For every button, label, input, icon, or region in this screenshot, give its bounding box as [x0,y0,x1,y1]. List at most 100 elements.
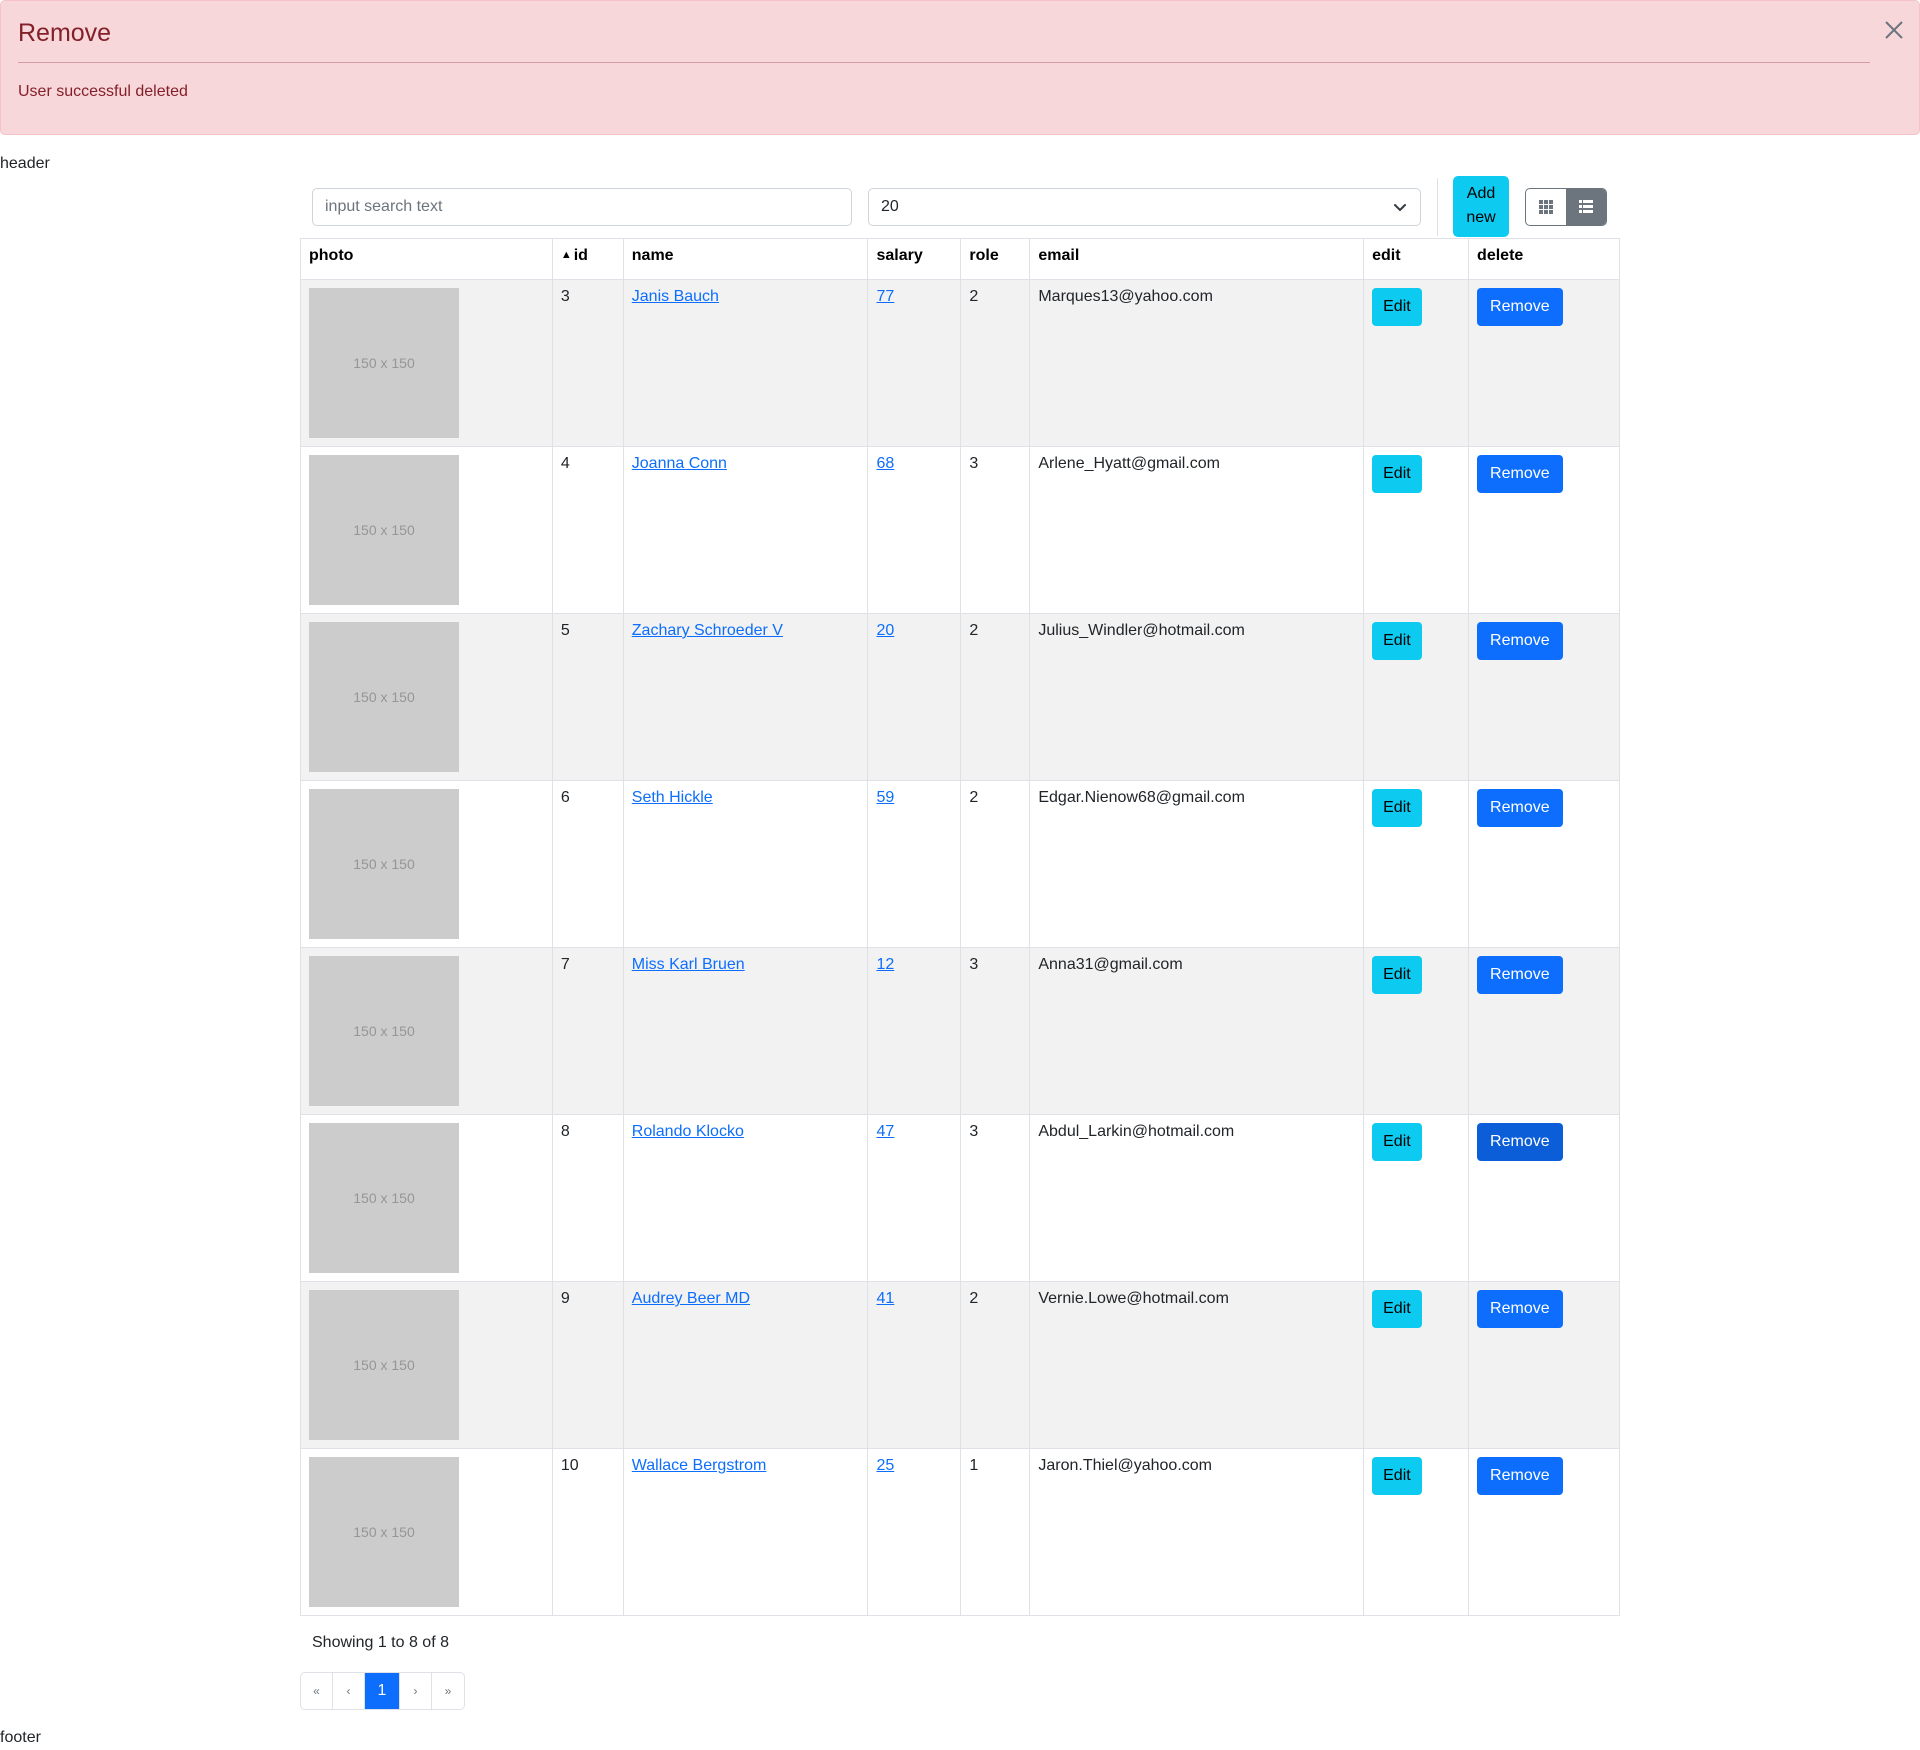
role-cell: 2 [960,279,1031,447]
header-text: header [0,155,50,172]
salary-link[interactable]: 25 [876,1457,894,1474]
salary-cell: 47 [867,1114,962,1282]
id-cell: 3 [551,279,624,447]
user-name-link[interactable]: Audrey Beer MD [632,1290,750,1307]
salary-cell: 68 [867,446,962,614]
remove-button[interactable]: Remove [1477,622,1563,660]
delete-cell: Remove [1468,613,1620,781]
chevron-down-icon [1394,204,1406,211]
delete-cell: Remove [1468,1281,1620,1449]
salary-link[interactable]: 68 [876,455,894,472]
grid-view-button[interactable] [1526,189,1566,225]
id-cell: 4 [551,446,624,614]
user-name-link[interactable]: Joanna Conn [632,455,727,472]
sort-asc-icon: ▲ [560,249,572,261]
email-cell: Anna31@gmail.com [1029,947,1365,1115]
delete-cell: Remove [1468,947,1620,1115]
edit-button[interactable]: Edit [1372,455,1422,493]
column-header-delete: delete [1468,238,1620,280]
user-photo: 150 x 150 [309,288,459,438]
column-header-edit: edit [1363,238,1470,280]
user-photo: 150 x 150 [309,1457,459,1607]
delete-cell: Remove [1468,1114,1620,1282]
edit-cell: Edit [1363,1114,1470,1282]
email-cell: Vernie.Lowe@hotmail.com [1029,1281,1365,1449]
salary-cell: 12 [867,947,962,1115]
id-cell: 5 [551,613,624,781]
user-photo: 150 x 150 [309,1123,459,1273]
alert-title: Remove [18,19,112,47]
user-name-link[interactable]: Janis Bauch [632,288,719,305]
user-name-link[interactable]: Zachary Schroeder V [632,622,783,639]
delete-cell: Remove [1468,279,1620,447]
delete-cell: Remove [1468,1448,1620,1616]
salary-link[interactable]: 77 [876,288,894,305]
first-page-button[interactable]: « [301,1673,333,1709]
edit-button[interactable]: Edit [1372,789,1422,827]
user-photo: 150 x 150 [309,956,459,1106]
remove-button[interactable]: Remove [1477,455,1563,493]
column-header-id-label: id [573,247,588,264]
salary-link[interactable]: 47 [876,1123,894,1140]
user-name-link[interactable]: Wallace Bergstrom [632,1457,767,1474]
search-input[interactable] [312,188,852,226]
user-name-link[interactable]: Seth Hickle [632,789,713,806]
salary-cell: 20 [867,613,962,781]
last-page-button[interactable]: » [432,1673,464,1709]
remove-button[interactable]: Remove [1477,288,1563,326]
table-row: 150 x 150 8 Rolando Klocko 47 3 Abdul_La… [300,1114,1620,1282]
column-header-id[interactable]: ▲ id [551,238,624,280]
list-view-button[interactable] [1566,189,1606,225]
id-cell: 10 [551,1448,624,1616]
edit-button[interactable]: Edit [1372,1457,1422,1495]
column-header-photo[interactable]: photo [300,238,553,280]
email-cell: Abdul_Larkin@hotmail.com [1029,1114,1365,1282]
role-cell: 3 [960,446,1031,614]
page-size-select[interactable]: 20 [868,188,1421,226]
column-header-name[interactable]: name [622,238,869,280]
photo-cell: 150 x 150 [300,1114,553,1282]
table-row: 150 x 150 5 Zachary Schroeder V 20 2 Jul… [300,613,1620,781]
id-cell: 8 [551,1114,624,1282]
next-page-button[interactable]: › [400,1673,432,1709]
column-header-email[interactable]: email [1029,238,1365,280]
salary-cell: 41 [867,1281,962,1449]
remove-button[interactable]: Remove [1477,956,1563,994]
user-name-link[interactable]: Rolando Klocko [632,1123,744,1140]
name-cell: Seth Hickle [622,780,869,948]
add-new-button[interactable]: Add new [1453,176,1509,237]
role-cell: 3 [960,1114,1031,1282]
users-table: photo ▲ id name salary role email edit de… [300,238,1620,1616]
salary-link[interactable]: 12 [876,956,894,973]
delete-cell: Remove [1468,446,1620,614]
edit-button[interactable]: Edit [1372,956,1422,994]
salary-link[interactable]: 20 [876,622,894,639]
edit-button[interactable]: Edit [1372,1123,1422,1161]
page-size-value: 20 [881,198,899,215]
column-header-role[interactable]: role [960,238,1031,280]
user-name-link[interactable]: Miss Karl Bruen [632,956,745,973]
user-photo: 150 x 150 [309,622,459,772]
photo-cell: 150 x 150 [300,1448,553,1616]
edit-button[interactable]: Edit [1372,622,1422,660]
prev-page-button[interactable]: ‹ [333,1673,365,1709]
remove-button[interactable]: Remove [1477,789,1563,827]
edit-button[interactable]: Edit [1372,288,1422,326]
grid-view-icon [1539,200,1553,214]
remove-button[interactable]: Remove [1477,1457,1563,1495]
edit-button[interactable]: Edit [1372,1290,1422,1328]
name-cell: Rolando Klocko [622,1114,869,1282]
edit-cell: Edit [1363,1281,1470,1449]
close-icon[interactable] [1881,17,1907,43]
email-cell: Edgar.Nienow68@gmail.com [1029,780,1365,948]
email-cell: Jaron.Thiel@yahoo.com [1029,1448,1365,1616]
remove-button[interactable]: Remove [1477,1290,1563,1328]
table-row: 150 x 150 7 Miss Karl Bruen 12 3 Anna31@… [300,947,1620,1115]
photo-cell: 150 x 150 [300,613,553,781]
page-button-current[interactable]: 1 [365,1673,400,1709]
salary-link[interactable]: 59 [876,789,894,806]
column-header-salary[interactable]: salary [867,238,962,280]
salary-link[interactable]: 41 [876,1290,894,1307]
user-photo: 150 x 150 [309,1290,459,1440]
remove-button[interactable]: Remove [1477,1123,1563,1161]
